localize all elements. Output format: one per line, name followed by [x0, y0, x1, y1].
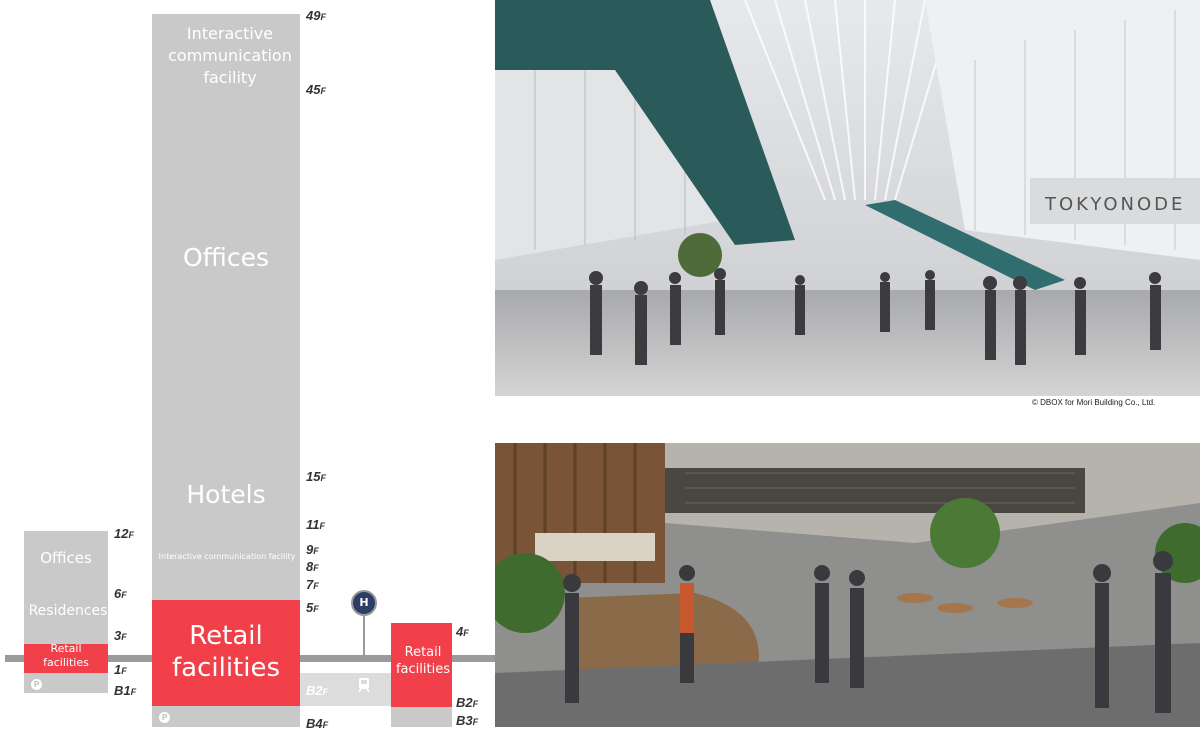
floor-label-6f: 6F [114, 586, 127, 601]
floor-label-1f: 1F [114, 662, 127, 677]
main-tower-interactive-label: Interactive communication facility [168, 24, 292, 87]
floor-label-b4f: B4F [306, 716, 329, 731]
right-tower-base [391, 707, 452, 727]
atrium-rendering: TOKYONODE [495, 0, 1200, 396]
photo-credit: © DBOX for Mori Building Co., Ltd. [1032, 398, 1156, 407]
floor-label-b2f-right: B2F [456, 695, 479, 710]
hub-icon: H [351, 590, 377, 616]
left-tower-retail-label: Retail facilities [43, 642, 89, 669]
parking-icon-main: P [159, 712, 170, 723]
left-tower-offices-label: Offices [40, 549, 92, 567]
building-diagram: Offices Residences Retail facilities P 1… [0, 0, 495, 731]
main-tower-hotels-label: Hotels [186, 480, 266, 509]
left-tower-residences-label: Residences [28, 603, 108, 619]
floor-label-b2f-main: B2F [306, 683, 329, 698]
floor-label-3f: 3F [114, 628, 127, 643]
parking-icon: P [31, 679, 42, 690]
floor-label-15f: 15F [306, 469, 326, 484]
floor-label-12f: 12F [114, 526, 134, 541]
floor-label-9f: 9F [306, 542, 319, 557]
floor-label-45f: 45F [306, 82, 326, 97]
floor-label-4f: 4F [456, 624, 469, 639]
train-icon [358, 678, 370, 693]
tokyonode-sign: TOKYONODE [1044, 194, 1185, 215]
floor-label-8f: 8F [306, 559, 319, 574]
floor-label-b3f: B3F [456, 713, 479, 728]
main-tower-offices-label: Offices [183, 243, 269, 272]
cafe-illustration [495, 443, 1200, 727]
main-tower-retail-label: Retail facilities [171, 621, 280, 683]
hub-pole [363, 614, 365, 658]
floor-label-5f: 5F [306, 600, 319, 615]
main-tower-interactive-small-label: Interactive communication facility [158, 552, 296, 561]
cafe-rendering [495, 443, 1200, 727]
floor-label-11f: 11F [306, 517, 325, 532]
floor-label-7f: 7F [306, 577, 319, 592]
floor-label-49f: 49F [306, 8, 326, 23]
floor-label-b1f: B1F [114, 683, 137, 698]
atrium-illustration: TOKYONODE [495, 0, 1200, 396]
right-tower-retail-label: Retail facilities [395, 645, 450, 677]
